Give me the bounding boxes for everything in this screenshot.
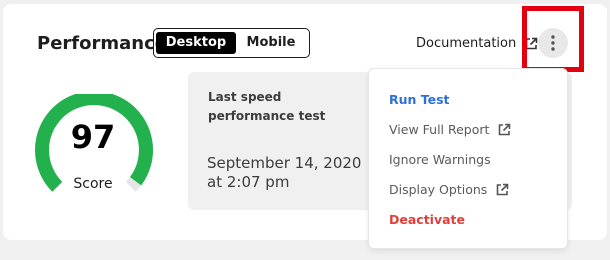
- menu-item-view-full-report[interactable]: View Full Report: [389, 122, 511, 137]
- options-dropdown-menu: Run Test View Full Report Ignore Warning…: [368, 68, 568, 249]
- menu-item-label: Deactivate: [389, 212, 465, 227]
- menu-item-label: Display Options: [389, 182, 488, 197]
- menu-item-label: Ignore Warnings: [389, 152, 491, 167]
- documentation-link[interactable]: Documentation: [416, 36, 538, 51]
- highlight-box: [522, 6, 584, 72]
- toggle-desktop[interactable]: Desktop: [156, 32, 236, 54]
- menu-item-ignore-warnings[interactable]: Ignore Warnings: [389, 152, 491, 167]
- menu-item-display-options[interactable]: Display Options: [389, 182, 509, 197]
- menu-item-deactivate[interactable]: Deactivate: [389, 212, 465, 227]
- last-test-heading: Last speed performance test: [208, 90, 326, 123]
- external-link-icon: [496, 183, 509, 195]
- score-value: 97: [70, 118, 116, 156]
- documentation-label: Documentation: [416, 36, 517, 51]
- device-toggle: Desktop Mobile: [153, 28, 310, 58]
- toggle-mobile[interactable]: Mobile: [236, 32, 306, 54]
- menu-item-label: Run Test: [389, 92, 450, 107]
- external-link-icon: [499, 123, 511, 135]
- last-test-date: September 14, 2020 at 2:07 pm: [207, 154, 362, 191]
- page-title: Performance: [37, 33, 167, 54]
- menu-item-label: View Full Report: [389, 122, 490, 137]
- score-label: Score: [73, 176, 113, 192]
- menu-item-run-test[interactable]: Run Test: [389, 92, 450, 107]
